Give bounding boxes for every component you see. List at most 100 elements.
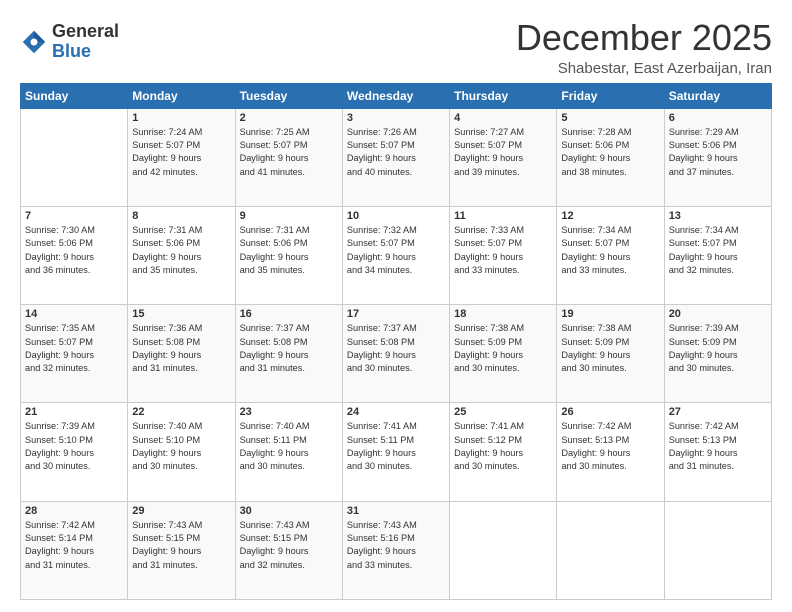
logo-blue: Blue: [52, 42, 119, 62]
calendar-day: 7 Sunrise: 7:30 AMSunset: 5:06 PMDaylight…: [21, 206, 128, 304]
day-number: 1: [132, 112, 230, 124]
day-number: 3: [347, 112, 445, 124]
day-info: Sunrise: 7:34 AMSunset: 5:07 PMDaylight:…: [669, 224, 767, 277]
calendar-day: [450, 501, 557, 599]
column-header-thursday: Thursday: [450, 83, 557, 108]
logo-icon: [20, 28, 48, 56]
column-header-monday: Monday: [128, 83, 235, 108]
column-header-saturday: Saturday: [664, 83, 771, 108]
day-number: 9: [240, 210, 338, 222]
calendar-day: 14 Sunrise: 7:35 AMSunset: 5:07 PMDayligh…: [21, 305, 128, 403]
day-number: 8: [132, 210, 230, 222]
calendar-day: [557, 501, 664, 599]
calendar-week-5: 28Sunrise: 7:42 AMSunset: 5:14 PMDayligh…: [21, 501, 772, 599]
day-info: Sunrise: 7:38 AMSunset: 5:09 PMDaylight:…: [561, 322, 659, 375]
day-number: 19: [561, 308, 659, 320]
calendar-day: 3Sunrise: 7:26 AMSunset: 5:07 PMDaylight…: [342, 108, 449, 206]
header: General Blue December 2025 Shabestar, Ea…: [20, 18, 772, 77]
day-info: Sunrise: 7:36 AMSunset: 5:08 PMDaylight:…: [132, 322, 230, 375]
calendar-day: 26Sunrise: 7:42 AMSunset: 5:13 PMDayligh…: [557, 403, 664, 501]
day-number: 31: [347, 505, 445, 517]
day-info: Sunrise: 7:31 AMSunset: 5:06 PMDaylight:…: [240, 224, 338, 277]
calendar-week-3: 14 Sunrise: 7:35 AMSunset: 5:07 PMDayligh…: [21, 305, 772, 403]
calendar-week-1: 1 Sunrise: 7:24 AMSunset: 5:07 PMDaylight…: [21, 108, 772, 206]
column-header-friday: Friday: [557, 83, 664, 108]
calendar-day: 16 Sunrise: 7:37 AMSunset: 5:08 PMDayligh…: [235, 305, 342, 403]
calendar-day: 10 Sunrise: 7:32 AMSunset: 5:07 PMDayligh…: [342, 206, 449, 304]
calendar-day: 30 Sunrise: 7:43 AMSunset: 5:15 PMDayligh…: [235, 501, 342, 599]
calendar-day: 28Sunrise: 7:42 AMSunset: 5:14 PMDayligh…: [21, 501, 128, 599]
day-number: 18: [454, 308, 552, 320]
day-number: 22: [132, 406, 230, 418]
day-number: 15: [132, 308, 230, 320]
day-number: 27: [669, 406, 767, 418]
title-block: December 2025 Shabestar, East Azerbaijan…: [516, 18, 772, 77]
calendar-day: 9 Sunrise: 7:31 AMSunset: 5:06 PMDaylight…: [235, 206, 342, 304]
calendar-header-row: SundayMondayTuesdayWednesdayThursdayFrid…: [21, 83, 772, 108]
logo: General Blue: [20, 22, 119, 62]
day-number: 13: [669, 210, 767, 222]
day-number: 10: [347, 210, 445, 222]
calendar-day: 23 Sunrise: 7:40 AMSunset: 5:11 PMDayligh…: [235, 403, 342, 501]
calendar-day: 22 Sunrise: 7:40 AMSunset: 5:10 PMDayligh…: [128, 403, 235, 501]
day-number: 17: [347, 308, 445, 320]
day-number: 26: [561, 406, 659, 418]
day-info: Sunrise: 7:39 AMSunset: 5:09 PMDaylight:…: [669, 322, 767, 375]
day-info: Sunrise: 7:43 AMSunset: 5:16 PMDaylight:…: [347, 519, 445, 572]
day-info: Sunrise: 7:40 AMSunset: 5:10 PMDaylight:…: [132, 420, 230, 473]
column-header-sunday: Sunday: [21, 83, 128, 108]
month-title: December 2025: [516, 18, 772, 58]
calendar-day: [664, 501, 771, 599]
day-number: 29: [132, 505, 230, 517]
calendar-day: 29Sunrise: 7:43 AMSunset: 5:15 PMDayligh…: [128, 501, 235, 599]
day-number: 16: [240, 308, 338, 320]
day-info: Sunrise: 7:30 AMSunset: 5:06 PMDaylight:…: [25, 224, 123, 277]
day-number: 23: [240, 406, 338, 418]
day-info: Sunrise: 7:38 AMSunset: 5:09 PMDaylight:…: [454, 322, 552, 375]
calendar-day: 2Sunrise: 7:25 AMSunset: 5:07 PMDaylight…: [235, 108, 342, 206]
day-number: 20: [669, 308, 767, 320]
calendar-day: 11Sunrise: 7:33 AMSunset: 5:07 PMDayligh…: [450, 206, 557, 304]
column-header-wednesday: Wednesday: [342, 83, 449, 108]
day-info: Sunrise: 7:37 AMSunset: 5:08 PMDaylight:…: [347, 322, 445, 375]
day-info: Sunrise: 7:43 AMSunset: 5:15 PMDaylight:…: [240, 519, 338, 572]
calendar-day: 17 Sunrise: 7:37 AMSunset: 5:08 PMDayligh…: [342, 305, 449, 403]
day-info: Sunrise: 7:31 AMSunset: 5:06 PMDaylight:…: [132, 224, 230, 277]
calendar-day: 27 Sunrise: 7:42 AMSunset: 5:13 PMDayligh…: [664, 403, 771, 501]
day-info: Sunrise: 7:34 AMSunset: 5:07 PMDaylight:…: [561, 224, 659, 277]
calendar-day: 5Sunrise: 7:28 AMSunset: 5:06 PMDaylight…: [557, 108, 664, 206]
calendar-day: 15 Sunrise: 7:36 AMSunset: 5:08 PMDayligh…: [128, 305, 235, 403]
day-number: 12: [561, 210, 659, 222]
logo-general: General: [52, 22, 119, 42]
calendar-day: 31 Sunrise: 7:43 AMSunset: 5:16 PMDayligh…: [342, 501, 449, 599]
day-info: Sunrise: 7:40 AMSunset: 5:11 PMDaylight:…: [240, 420, 338, 473]
day-number: 21: [25, 406, 123, 418]
day-info: Sunrise: 7:25 AMSunset: 5:07 PMDaylight:…: [240, 126, 338, 179]
calendar-day: 13 Sunrise: 7:34 AMSunset: 5:07 PMDayligh…: [664, 206, 771, 304]
calendar-day: 19 Sunrise: 7:38 AMSunset: 5:09 PMDayligh…: [557, 305, 664, 403]
day-number: 25: [454, 406, 552, 418]
day-info: Sunrise: 7:27 AMSunset: 5:07 PMDaylight:…: [454, 126, 552, 179]
day-number: 7: [25, 210, 123, 222]
day-number: 4: [454, 112, 552, 124]
day-number: 30: [240, 505, 338, 517]
day-number: 5: [561, 112, 659, 124]
calendar-day: 20 Sunrise: 7:39 AMSunset: 5:09 PMDayligh…: [664, 305, 771, 403]
day-number: 14: [25, 308, 123, 320]
day-number: 11: [454, 210, 552, 222]
day-info: Sunrise: 7:41 AMSunset: 5:11 PMDaylight:…: [347, 420, 445, 473]
calendar-day: 12 Sunrise: 7:34 AMSunset: 5:07 PMDayligh…: [557, 206, 664, 304]
day-info: Sunrise: 7:37 AMSunset: 5:08 PMDaylight:…: [240, 322, 338, 375]
calendar-table: SundayMondayTuesdayWednesdayThursdayFrid…: [20, 83, 772, 600]
day-info: Sunrise: 7:29 AMSunset: 5:06 PMDaylight:…: [669, 126, 767, 179]
day-number: 6: [669, 112, 767, 124]
day-info: Sunrise: 7:35 AMSunset: 5:07 PMDaylight:…: [25, 322, 123, 375]
calendar-day: [21, 108, 128, 206]
day-info: Sunrise: 7:39 AMSunset: 5:10 PMDaylight:…: [25, 420, 123, 473]
calendar-day: 24 Sunrise: 7:41 AMSunset: 5:11 PMDayligh…: [342, 403, 449, 501]
day-info: Sunrise: 7:42 AMSunset: 5:13 PMDaylight:…: [669, 420, 767, 473]
day-number: 24: [347, 406, 445, 418]
calendar-day: 21 Sunrise: 7:39 AMSunset: 5:10 PMDayligh…: [21, 403, 128, 501]
day-info: Sunrise: 7:24 AMSunset: 5:07 PMDaylight:…: [132, 126, 230, 179]
day-info: Sunrise: 7:32 AMSunset: 5:07 PMDaylight:…: [347, 224, 445, 277]
